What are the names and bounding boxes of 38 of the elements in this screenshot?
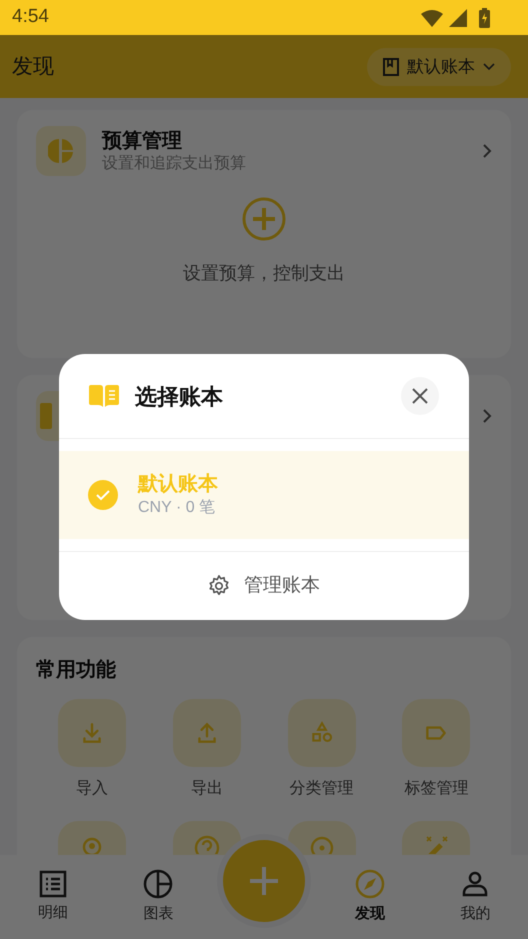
pie-chart-icon (143, 868, 174, 899)
help-icon[interactable] (194, 835, 220, 854)
book-icon (383, 58, 399, 76)
settings-icon (208, 575, 230, 597)
nav-tab[interactable]: 图表 (106, 868, 211, 926)
status-time: 4:54 (12, 5, 49, 30)
section-title: 常用功能 (36, 659, 116, 681)
tile-label: 标签管理 (404, 779, 468, 799)
check-icon (88, 480, 118, 510)
battery-icon (479, 8, 490, 28)
close-icon (412, 388, 428, 404)
card-title: 预算管理 (102, 129, 183, 154)
signal-icon (449, 8, 467, 26)
chevron-icon (482, 143, 492, 159)
list-icon (38, 870, 67, 898)
manage-button[interactable]: 管理账本 (59, 552, 469, 620)
compass-icon (354, 868, 385, 899)
tile-label: 分类管理 (290, 778, 354, 799)
chevron-icon (482, 408, 492, 424)
add-circle-icon[interactable] (241, 196, 287, 242)
close-button[interactable] (401, 377, 439, 415)
page-title: 发现 (12, 54, 54, 80)
pie-icon (36, 126, 86, 176)
caret-icon (483, 62, 495, 70)
book-name: 默认账本 (138, 472, 218, 497)
book-selector[interactable]: 默认账本 (367, 48, 511, 86)
dialog-title: 选择账本 (135, 382, 224, 410)
nav-tab[interactable]: 我的 (422, 868, 528, 926)
nav-tab[interactable]: 发现 (317, 868, 422, 926)
wifi-icon (421, 8, 443, 26)
empty-text: 设置预算，控制支出 (183, 262, 345, 285)
book-meta: CNY · 0 笔 (138, 498, 216, 518)
tile-label: 导入 (76, 778, 108, 799)
book-row[interactable]: 默认账本 CNY · 0 笔 (59, 451, 469, 539)
nav-tab[interactable]: 明细 (0, 870, 106, 924)
tile-label: 导出 (190, 778, 223, 799)
plus-icon (249, 866, 279, 896)
open-book-icon (89, 385, 119, 407)
